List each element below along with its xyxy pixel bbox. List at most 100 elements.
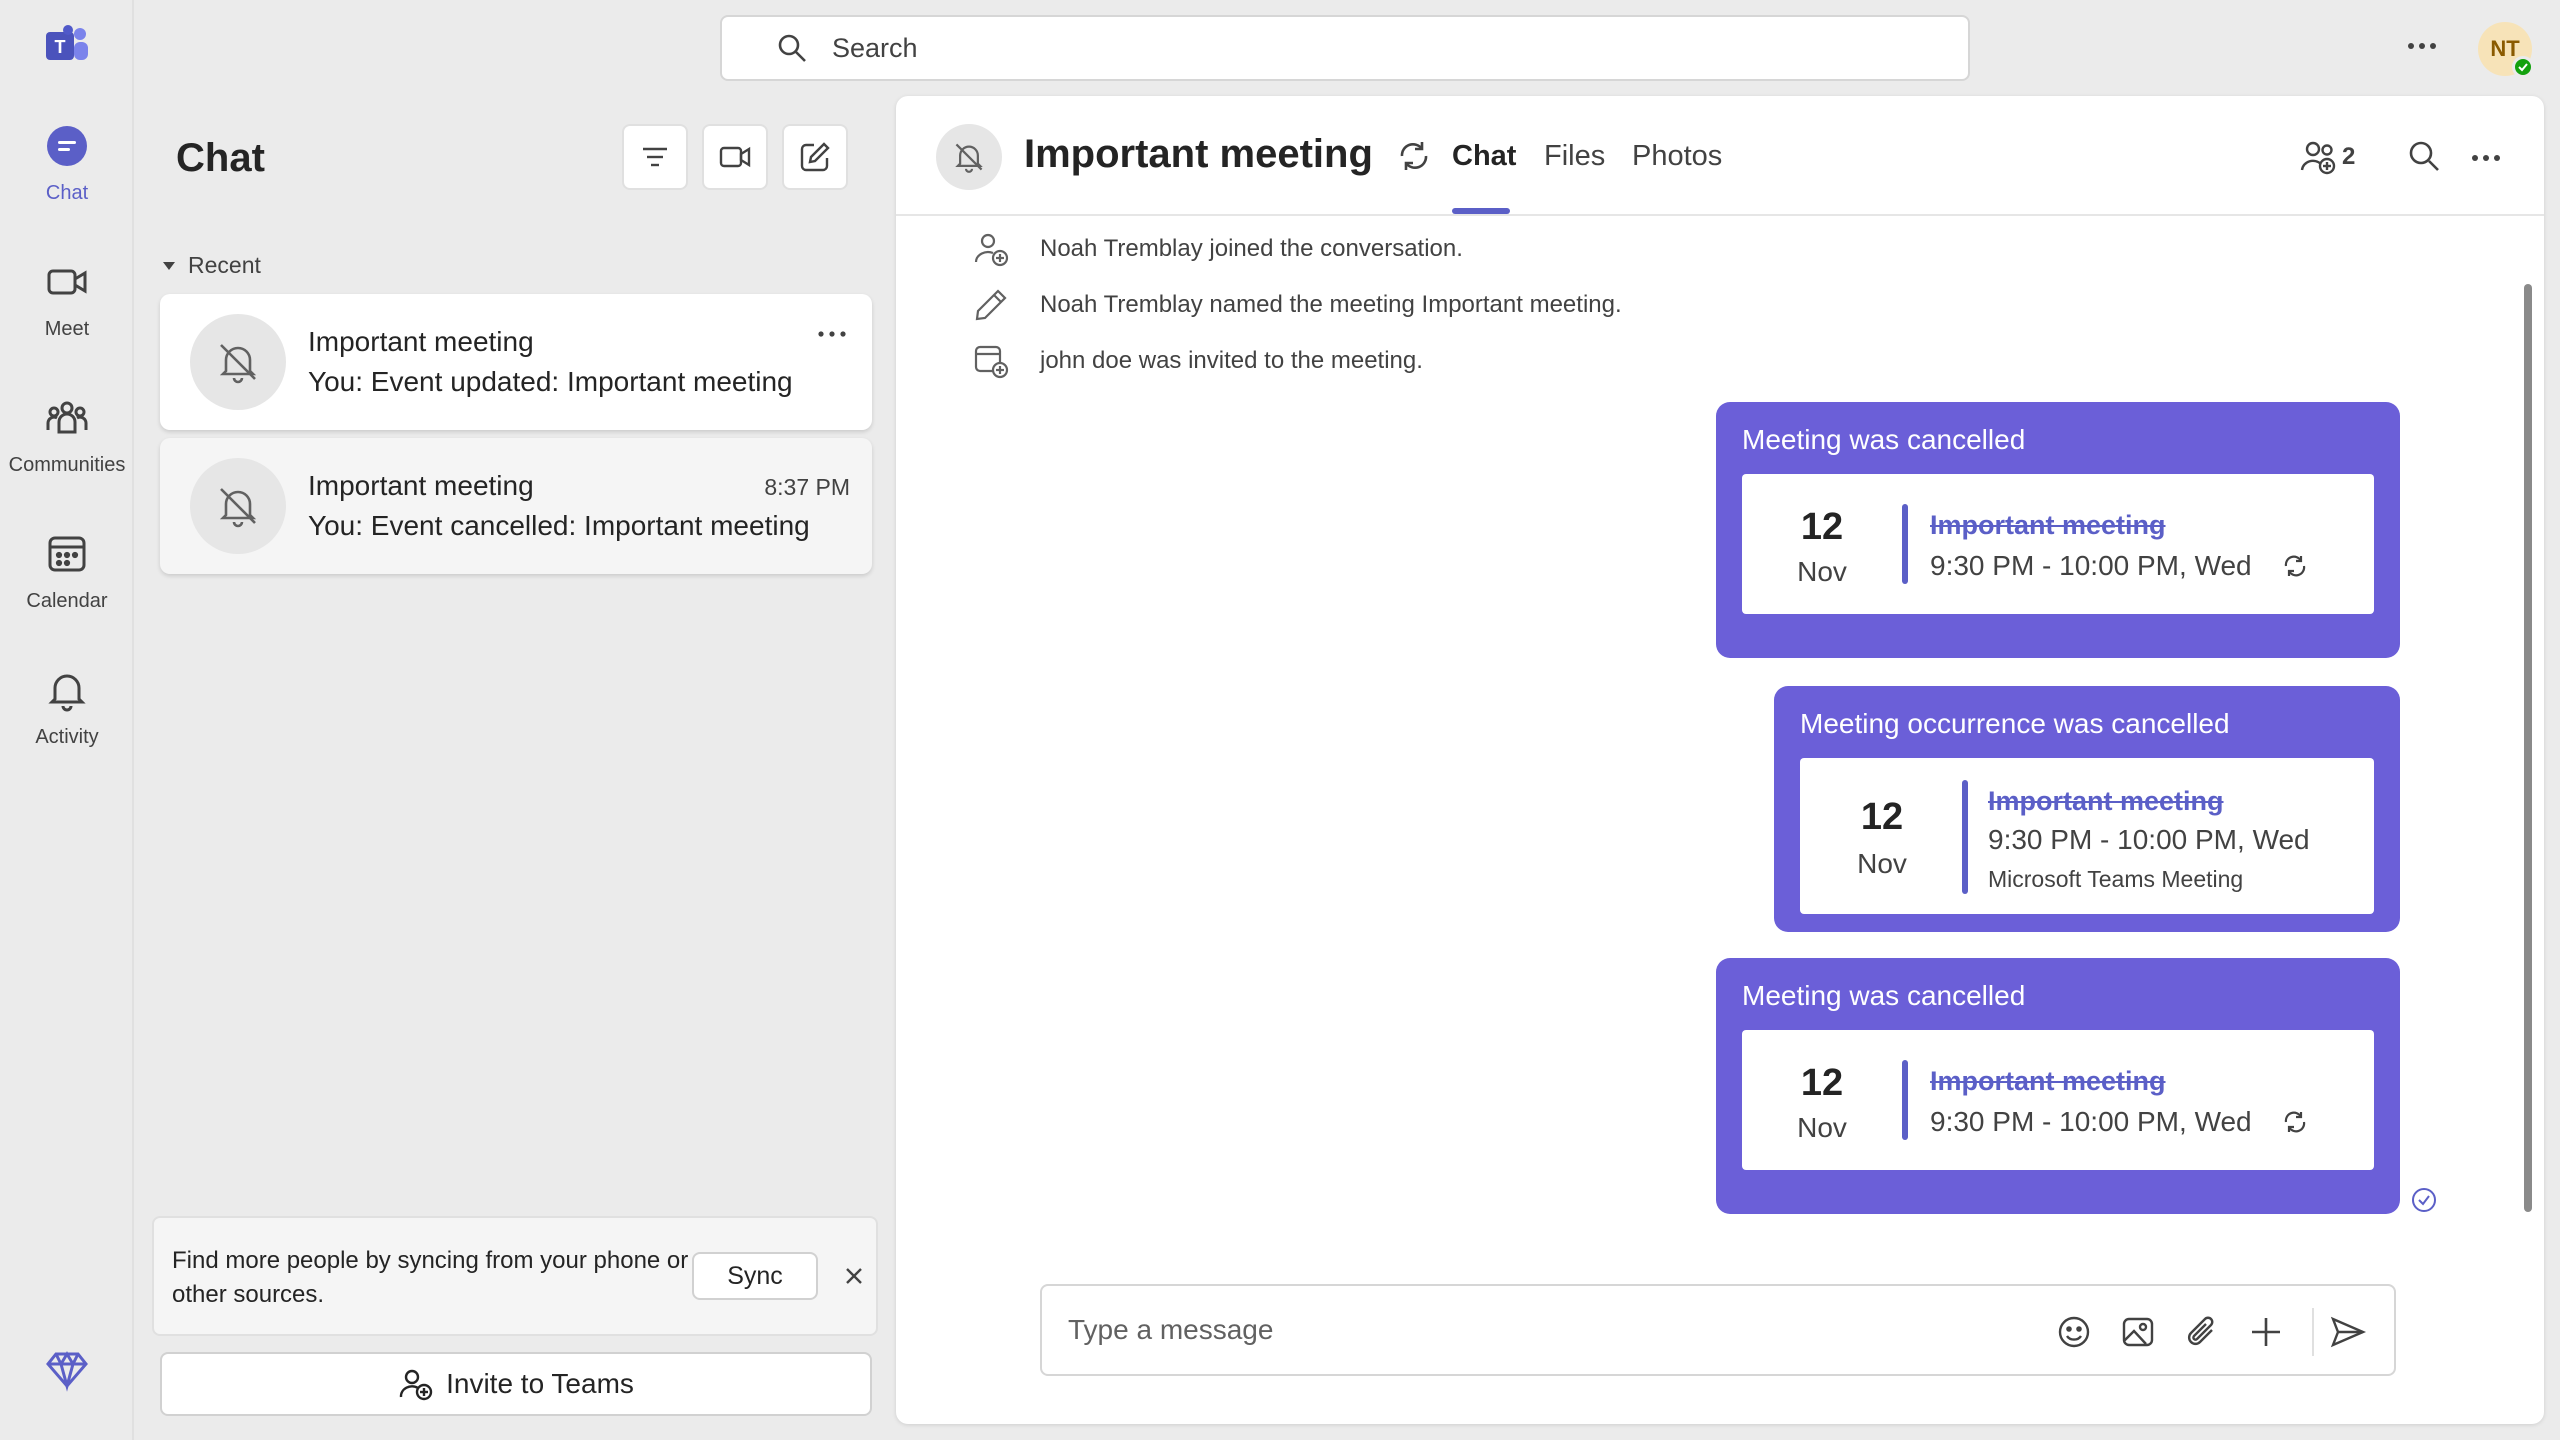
more-options-icon[interactable] bbox=[814, 322, 850, 346]
teams-logo-icon: T bbox=[44, 24, 90, 70]
search-input[interactable] bbox=[832, 32, 1732, 64]
chat-item-name: Important meeting bbox=[308, 326, 534, 357]
muted-bell-icon bbox=[936, 124, 1002, 190]
meeting-month: Nov bbox=[1857, 848, 1907, 879]
chat-list-item-selected[interactable]: Important meeting 8:37 PM You: Event can… bbox=[160, 438, 872, 574]
rail-item-calendar[interactable]: Calendar bbox=[0, 526, 134, 646]
attach-icon[interactable] bbox=[2182, 1312, 2222, 1352]
participant-count: 2 bbox=[2342, 143, 2356, 170]
calendar-add-icon bbox=[974, 345, 1009, 379]
recurring-icon bbox=[2284, 555, 2305, 577]
meeting-details: 12 Nov Important meeting 9:30 PM - 10:00… bbox=[1742, 1030, 2374, 1170]
accent-bar bbox=[1962, 780, 1968, 894]
communities-icon bbox=[43, 394, 91, 442]
filter-icon bbox=[643, 147, 667, 167]
close-icon[interactable] bbox=[842, 1264, 866, 1288]
chat-item-preview: You: Event cancelled: Important meeting bbox=[308, 510, 810, 541]
rail-label-calendar: Calendar bbox=[26, 590, 108, 612]
invite-to-teams-button[interactable]: Invite to Teams bbox=[160, 1352, 872, 1416]
search-icon[interactable] bbox=[2406, 138, 2442, 174]
chat-item-preview: You: Event updated: Important meeting bbox=[308, 366, 793, 397]
rail-item-chat[interactable]: Chat bbox=[0, 118, 134, 238]
conversation-title: Important meeting bbox=[1024, 132, 1373, 176]
card-header: Meeting occurrence was cancelled bbox=[1800, 708, 2230, 739]
rail-item-activity[interactable]: Activity bbox=[0, 662, 134, 782]
meeting-time: 9:30 PM - 10:00 PM, Wed bbox=[1930, 550, 2308, 582]
meeting-occurrence-cancelled-card[interactable]: Meeting occurrence was cancelled 12 Nov … bbox=[1774, 686, 2400, 932]
card-header: Meeting was cancelled bbox=[1742, 424, 2026, 455]
meeting-cancelled-card[interactable]: Meeting was cancelled 12 Nov Important m… bbox=[1716, 958, 2400, 1214]
bell-icon bbox=[43, 666, 91, 714]
conversation-header: Important meeting Chat Files Photos 2 bbox=[896, 96, 2544, 216]
meeting-day: 12 bbox=[1860, 796, 1904, 838]
person-add-icon bbox=[974, 233, 1009, 267]
meeting-title-link[interactable]: Important meeting bbox=[1930, 1066, 2166, 1097]
more-options-icon[interactable] bbox=[2402, 26, 2442, 66]
system-message-text: Noah Tremblay named the meeting Importan… bbox=[1040, 291, 1622, 318]
system-message: Noah Tremblay named the meeting Importan… bbox=[972, 286, 1622, 324]
participants-button[interactable]: 2 bbox=[2300, 138, 2355, 176]
meeting-details: 12 Nov Important meeting 9:30 PM - 10:00… bbox=[1800, 758, 2374, 914]
people-icon bbox=[2300, 141, 2336, 175]
system-message-text: john doe was invited to the meeting. bbox=[1040, 347, 1423, 374]
active-tab-indicator bbox=[1452, 208, 1510, 214]
tab-files[interactable]: Files bbox=[1544, 140, 1605, 173]
composer-divider bbox=[2312, 1308, 2314, 1356]
message-input[interactable] bbox=[1068, 1310, 2018, 1350]
compose-icon bbox=[800, 142, 830, 172]
meet-now-button[interactable] bbox=[702, 124, 768, 190]
accent-bar bbox=[1902, 1060, 1908, 1140]
read-receipt-icon bbox=[2410, 1186, 2438, 1214]
tab-chat[interactable]: Chat bbox=[1452, 140, 1516, 173]
muted-bell-icon bbox=[190, 458, 286, 554]
invite-label: Invite to Teams bbox=[446, 1368, 634, 1399]
video-camera-icon bbox=[719, 146, 751, 168]
calendar-icon bbox=[43, 530, 91, 578]
caret-down-icon bbox=[163, 261, 175, 270]
send-icon[interactable] bbox=[2328, 1312, 2368, 1352]
meeting-time-text: 9:30 PM - 10:00 PM, Wed bbox=[1988, 824, 2310, 855]
meeting-title-link[interactable]: Important meeting bbox=[1930, 510, 2166, 541]
meeting-cancelled-card[interactable]: Meeting was cancelled 12 Nov Important m… bbox=[1716, 402, 2400, 658]
premium-diamond-icon[interactable] bbox=[44, 1346, 90, 1392]
meeting-title-link[interactable]: Important meeting bbox=[1988, 786, 2224, 817]
video-camera-icon bbox=[43, 258, 91, 306]
rail-label-activity: Activity bbox=[35, 726, 99, 748]
meeting-day: 12 bbox=[1800, 506, 1844, 548]
recent-section-header[interactable]: Recent bbox=[160, 252, 261, 279]
chat-list-item[interactable]: Important meeting You: Event updated: Im… bbox=[160, 294, 872, 430]
meeting-month: Nov bbox=[1797, 556, 1847, 587]
rail-item-communities[interactable]: Communities bbox=[0, 390, 134, 510]
meeting-details: 12 Nov Important meeting 9:30 PM - 10:00… bbox=[1742, 474, 2374, 614]
system-message: john doe was invited to the meeting. bbox=[972, 342, 1423, 380]
rail-item-meet[interactable]: Meet bbox=[0, 254, 134, 374]
add-icon[interactable] bbox=[2246, 1312, 2286, 1352]
rail-label-communities: Communities bbox=[8, 454, 126, 476]
meeting-day: 12 bbox=[1800, 1062, 1844, 1104]
message-composer[interactable] bbox=[1040, 1284, 2396, 1376]
sync-button[interactable]: Sync bbox=[692, 1252, 818, 1300]
filter-button[interactable] bbox=[622, 124, 688, 190]
meeting-time: 9:30 PM - 10:00 PM, Wed bbox=[1930, 1106, 2308, 1138]
meeting-month: Nov bbox=[1797, 1112, 1847, 1143]
rail-label-chat: Chat bbox=[45, 182, 89, 204]
muted-bell-icon bbox=[190, 314, 286, 410]
more-options-icon[interactable] bbox=[2468, 140, 2504, 176]
meeting-time-text: 9:30 PM - 10:00 PM, Wed bbox=[1930, 550, 2252, 581]
recurring-icon bbox=[2284, 1111, 2305, 1133]
svg-text:T: T bbox=[55, 37, 66, 57]
scrollbar[interactable] bbox=[2524, 284, 2532, 1212]
tab-photos[interactable]: Photos bbox=[1632, 140, 1722, 173]
emoji-icon[interactable] bbox=[2054, 1312, 2094, 1352]
meeting-type: Microsoft Teams Meeting bbox=[1988, 866, 2244, 892]
search-bar[interactable] bbox=[720, 15, 1970, 81]
system-message-text: Noah Tremblay joined the conversation. bbox=[1040, 235, 1463, 262]
rail-label-meet: Meet bbox=[44, 318, 90, 340]
app-rail: T Chat Meet Communities Calendar Activit… bbox=[0, 0, 134, 1440]
recurring-icon bbox=[1396, 138, 1432, 174]
accent-bar bbox=[1902, 504, 1908, 584]
image-icon[interactable] bbox=[2118, 1312, 2158, 1352]
conversation-pane: Important meeting Chat Files Photos 2 No… bbox=[896, 96, 2544, 1424]
sync-banner-text: Find more people by syncing from your ph… bbox=[172, 1247, 689, 1308]
new-chat-button[interactable] bbox=[782, 124, 848, 190]
